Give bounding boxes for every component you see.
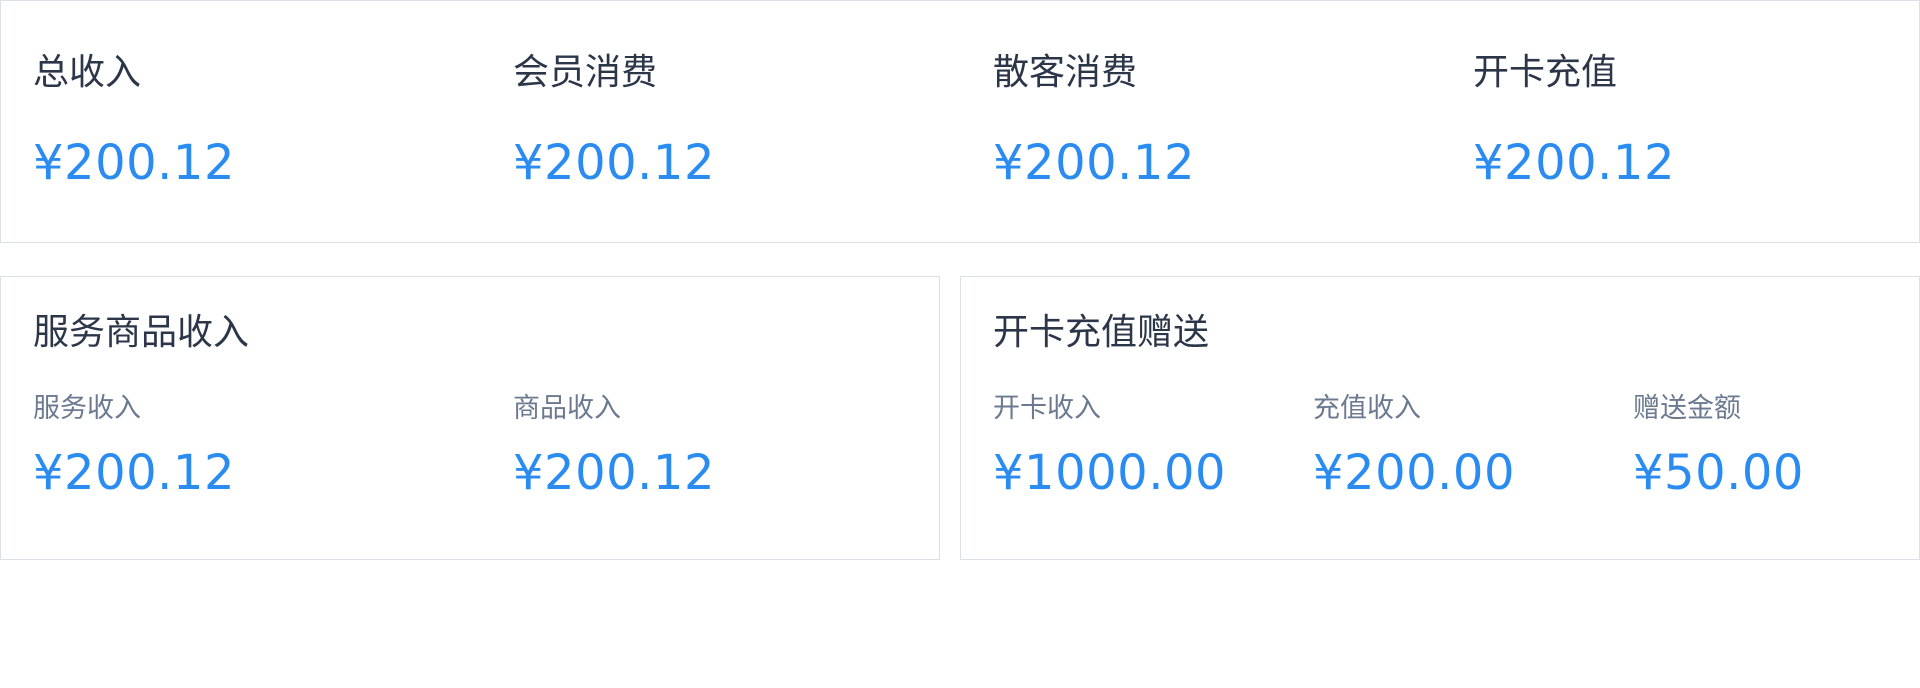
stat-amount: ¥200.12 xyxy=(513,445,715,501)
stat-label: 商品收入 xyxy=(513,393,621,424)
summary-card: 总收入 ¥200.12 会员消费 ¥200.12 散客消费 ¥200.12 开卡… xyxy=(0,0,1920,243)
stat-card-recharge: 开卡充值 ¥200.12 xyxy=(1473,52,1675,192)
stat-label: 总收入 xyxy=(33,52,142,93)
stat-label: 散客消费 xyxy=(993,52,1138,93)
stat-label: 开卡收入 xyxy=(993,393,1101,424)
section-title: 服务商品收入 xyxy=(33,312,250,353)
stat-label: 赠送金额 xyxy=(1633,393,1741,424)
stat-amount: ¥200.00 xyxy=(1313,445,1515,501)
stat-label: 开卡充值 xyxy=(1473,52,1618,93)
stat-label: 充值收入 xyxy=(1313,393,1421,424)
stat-amount: ¥200.12 xyxy=(993,135,1195,191)
stat-amount: ¥50.00 xyxy=(1633,445,1804,501)
stat-label: 服务收入 xyxy=(33,393,141,424)
stat-recharge-income: 充值收入 ¥200.00 xyxy=(1313,393,1515,501)
stat-amount: ¥200.12 xyxy=(33,445,235,501)
stat-walkin-consumption: 散客消费 ¥200.12 xyxy=(993,52,1195,192)
stat-amount: ¥200.12 xyxy=(33,135,235,191)
stat-amount: ¥200.12 xyxy=(1473,135,1675,191)
stat-amount: ¥1000.00 xyxy=(993,445,1227,501)
stat-service-income: 服务收入 ¥200.12 xyxy=(33,393,235,501)
stat-total-income: 总收入 ¥200.12 xyxy=(33,52,235,192)
stat-label: 会员消费 xyxy=(513,52,658,93)
stat-gift-amount: 赠送金额 ¥50.00 xyxy=(1633,393,1804,501)
stat-open-card-income: 开卡收入 ¥1000.00 xyxy=(993,393,1226,501)
stat-goods-income: 商品收入 ¥200.12 xyxy=(513,393,715,501)
stat-member-consumption: 会员消费 ¥200.12 xyxy=(513,52,715,192)
stat-amount: ¥200.12 xyxy=(513,135,715,191)
card-recharge-gift-card: 开卡充值赠送 开卡收入 ¥1000.00 充值收入 ¥200.00 赠送金额 ¥… xyxy=(960,276,1920,560)
section-title: 开卡充值赠送 xyxy=(993,312,1210,353)
service-goods-card: 服务商品收入 服务收入 ¥200.12 商品收入 ¥200.12 xyxy=(0,276,940,560)
